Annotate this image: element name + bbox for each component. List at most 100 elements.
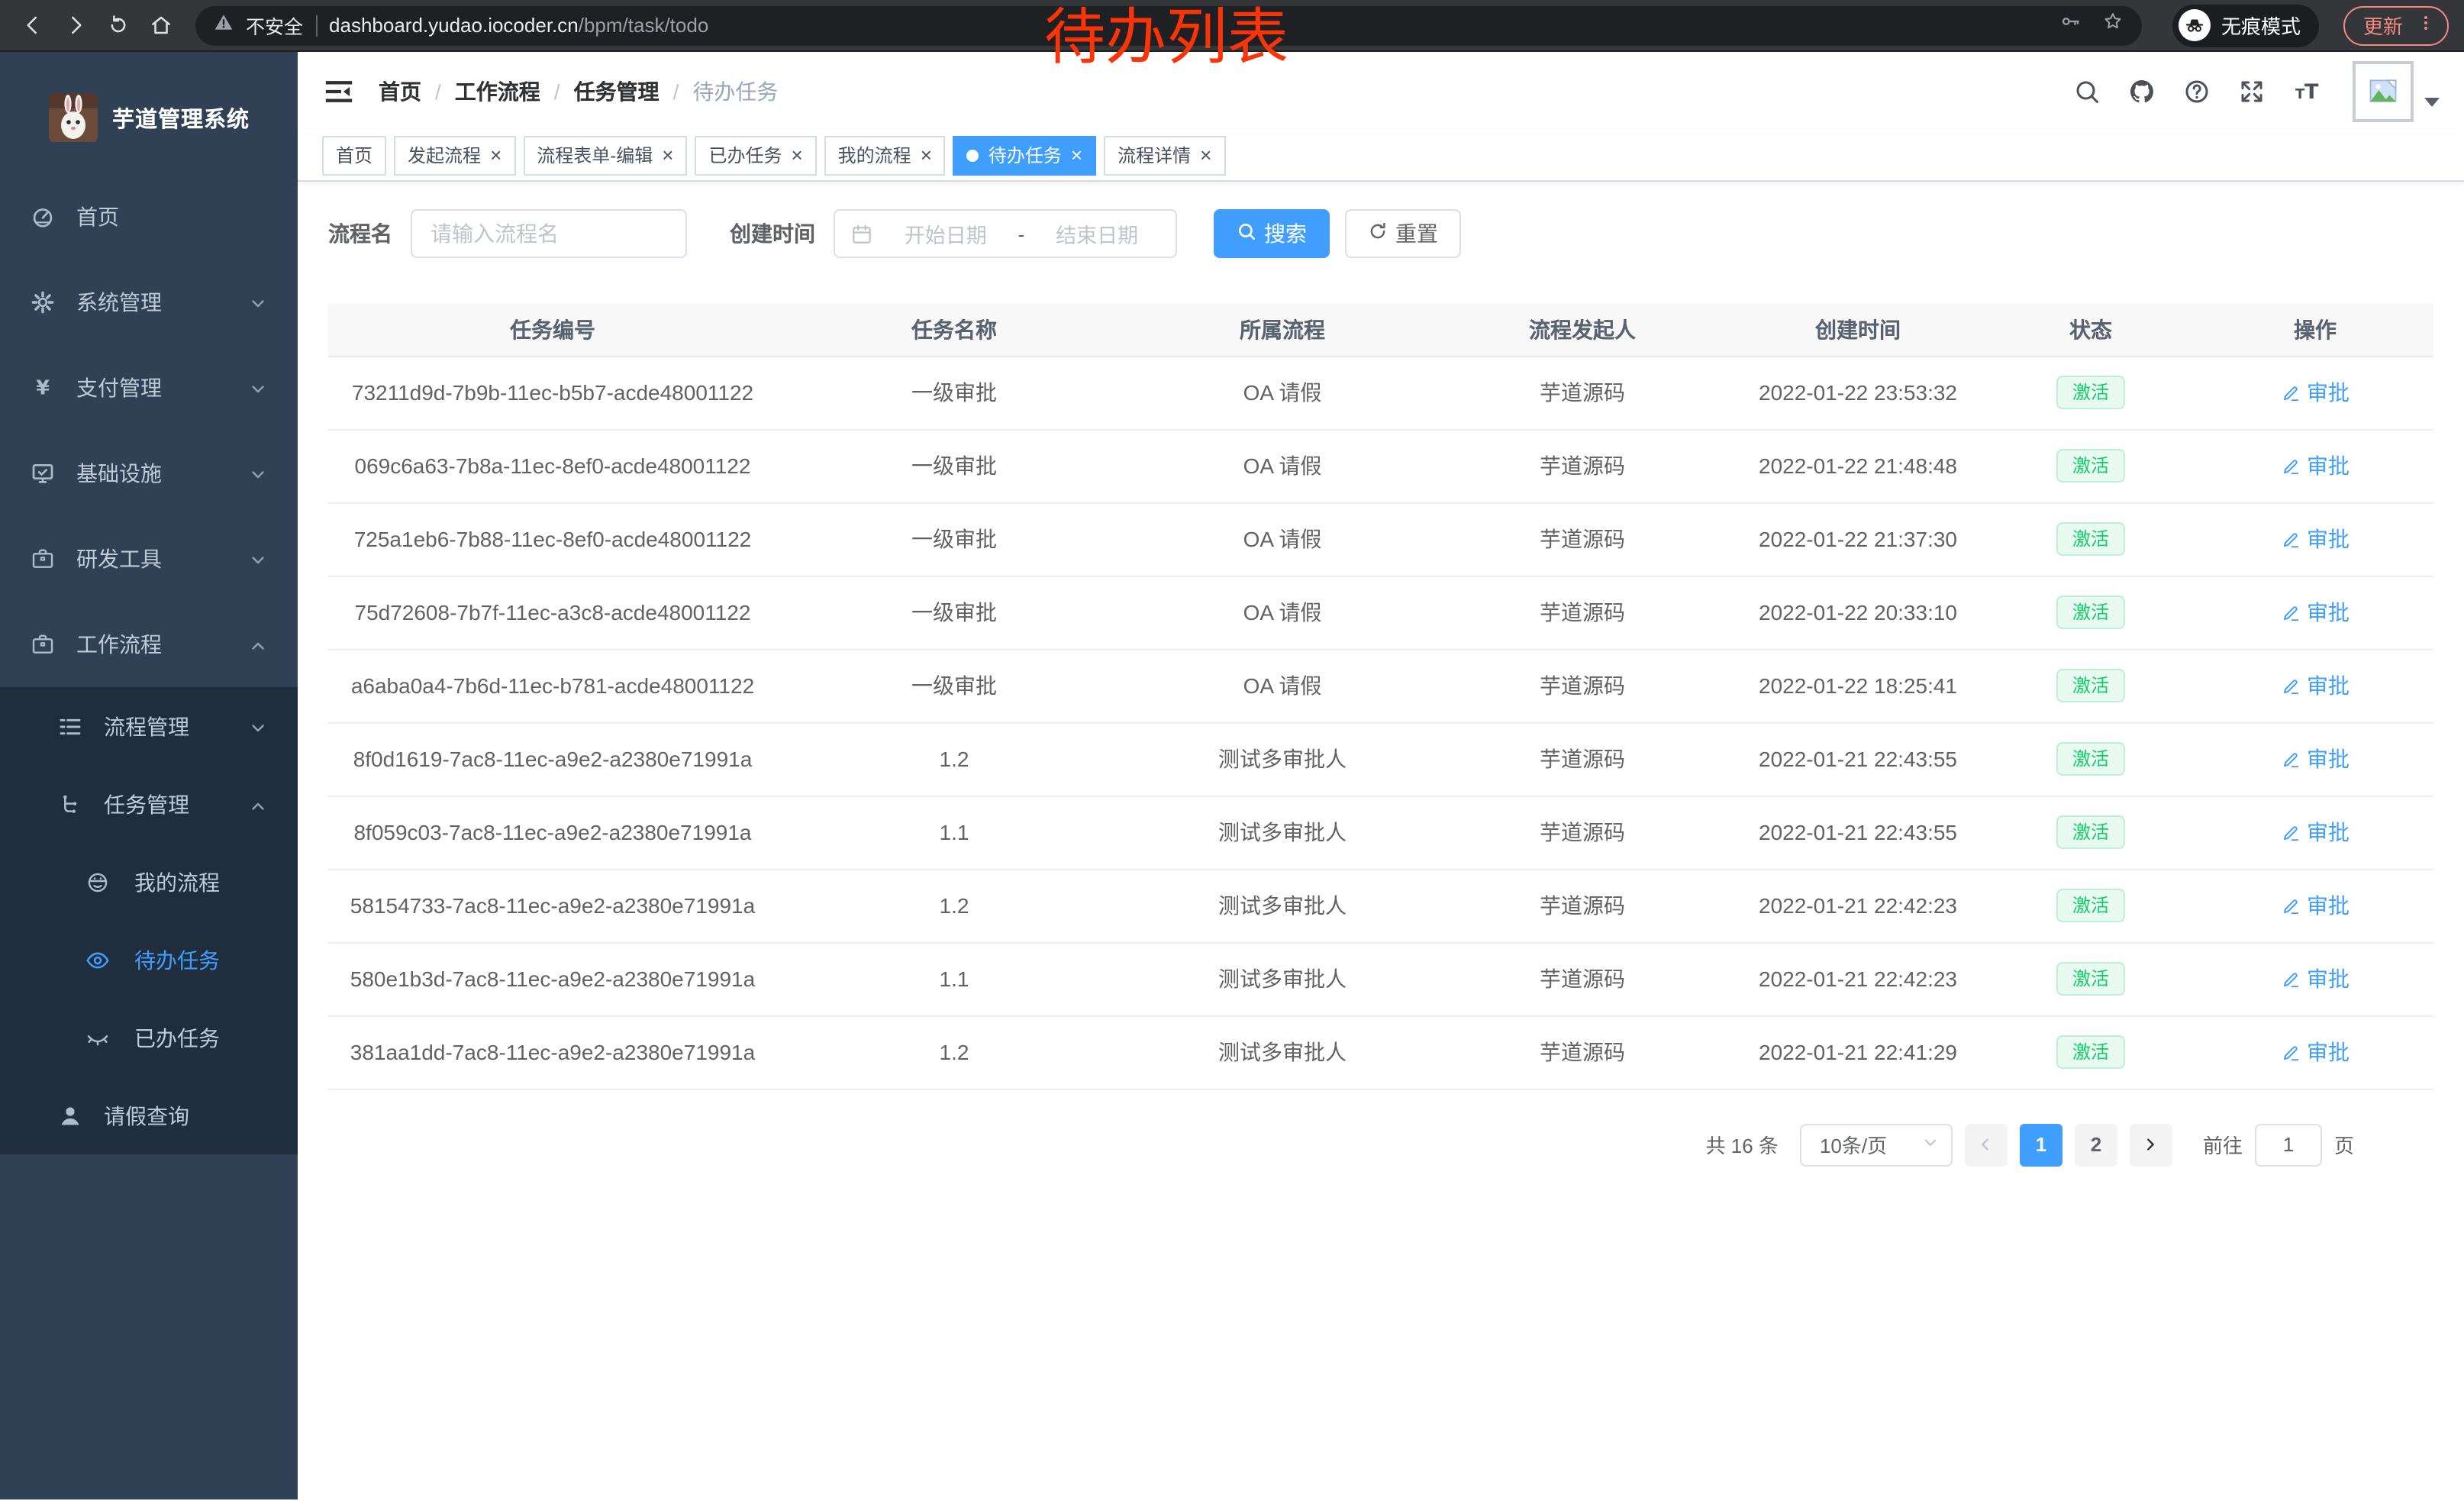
browser-back-icon[interactable] (15, 8, 49, 42)
approve-link[interactable]: 审批 (2281, 450, 2350, 481)
question-icon[interactable] (2182, 76, 2211, 105)
tab-待办任务[interactable]: 待办任务× (953, 135, 1096, 175)
sidebar-item-devtools[interactable]: 研发工具 (0, 516, 298, 602)
end-date-placeholder[interactable]: 结束日期 (1034, 218, 1160, 249)
sidebar-item-home[interactable]: 首页 (0, 174, 298, 260)
page-url[interactable]: dashboard.yudao.iocoder.cn/bpm/task/todo (329, 14, 2047, 37)
edit-pencil-icon (2281, 456, 2301, 476)
approve-link-label: 审批 (2307, 377, 2350, 408)
next-page-button[interactable] (2130, 1123, 2172, 1166)
cell-starter: 芋道源码 (1434, 869, 1731, 942)
cell-task-id: 069c6a63-7b8a-11ec-8ef0-acde48001122 (328, 429, 777, 502)
create-time-label: 创建时间 (730, 218, 815, 249)
column-header: 所属流程 (1131, 304, 1434, 356)
sidebar-item-label: 流程管理 (104, 711, 189, 741)
prev-page-button[interactable] (1965, 1123, 2008, 1166)
page-number-1[interactable]: 1 (2020, 1123, 2062, 1166)
sidebar-item-my-process[interactable]: 我的流程 (0, 843, 298, 921)
approve-link[interactable]: 审批 (2281, 597, 2350, 628)
password-key-icon[interactable] (2059, 11, 2081, 40)
tab-流程表单-编辑[interactable]: 流程表单-编辑× (523, 135, 687, 175)
breadcrumb-separator: / (554, 79, 560, 103)
sidebar-item-infra[interactable]: 基础设施 (0, 431, 298, 516)
breadcrumb-item[interactable]: 任务管理 (574, 76, 660, 106)
tabs-bar: 首页发起流程×流程表单-编辑×已办任务×我的流程×待办任务×流程详情× (298, 130, 2464, 182)
column-header: 任务编号 (328, 304, 777, 356)
browser-menu-icon[interactable] (2417, 14, 2435, 37)
page-size-value: 10条/页 (1820, 1130, 1887, 1159)
date-range-picker[interactable]: 开始日期 - 结束日期 (834, 209, 1177, 258)
close-icon[interactable]: × (921, 145, 932, 165)
approve-link[interactable]: 审批 (2281, 817, 2350, 847)
browser-reload-icon[interactable] (101, 8, 134, 42)
sidebar-logo[interactable]: 芋道管理系统 (0, 52, 298, 174)
sidebar-menu: 首页系统管理¥支付管理基础设施研发工具工作流程流程管理任务管理我的流程待办任务已… (0, 174, 298, 1154)
cell-starter: 芋道源码 (1434, 649, 1731, 722)
collapse-sidebar-icon[interactable] (324, 76, 354, 106)
font-size-icon[interactable]: TT (2291, 76, 2320, 105)
approve-link[interactable]: 审批 (2281, 964, 2350, 994)
table-row: a6aba0a4-7b6d-11ec-b781-acde48001122一级审批… (328, 649, 2433, 722)
breadcrumb-item[interactable]: 首页 (379, 76, 421, 106)
sidebar-item-payment[interactable]: ¥支付管理 (0, 345, 298, 431)
approve-link[interactable]: 审批 (2281, 1037, 2350, 1067)
sidebar-item-process-mgmt[interactable]: 流程管理 (0, 687, 298, 765)
cell-task-id: 73211d9d-7b9b-11ec-b5b7-acde48001122 (328, 356, 777, 429)
process-name-input[interactable] (411, 209, 687, 258)
cell-process: 测试多审批人 (1131, 722, 1434, 796)
approve-link[interactable]: 审批 (2281, 890, 2350, 921)
fullscreen-icon[interactable] (2237, 76, 2266, 105)
browser-forward-icon[interactable] (58, 8, 92, 42)
table-row: 75d72608-7b7f-11ec-a3c8-acde48001122一级审批… (328, 576, 2433, 649)
page-size-select[interactable]: 10条/页 (1800, 1123, 1953, 1166)
page-number-2[interactable]: 2 (2075, 1123, 2117, 1166)
approve-link[interactable]: 审批 (2281, 744, 2350, 774)
close-icon[interactable]: × (791, 145, 802, 165)
search-button[interactable]: 搜索 (1214, 209, 1330, 258)
tab-已办任务[interactable]: 已办任务× (695, 135, 816, 175)
tab-发起流程[interactable]: 发起流程× (394, 135, 515, 175)
bookmark-star-icon[interactable] (2102, 11, 2124, 40)
sidebar-item-system[interactable]: 系统管理 (0, 260, 298, 345)
tab-我的流程[interactable]: 我的流程× (824, 135, 946, 175)
close-icon[interactable]: × (1071, 145, 1082, 165)
yen-icon: ¥ (31, 376, 55, 400)
cell-action: 审批 (2197, 502, 2433, 576)
close-icon[interactable]: × (1200, 145, 1211, 165)
sidebar-item-task-mgmt[interactable]: 任务管理 (0, 765, 298, 843)
cell-task-id: 8f0d1619-7ac8-11ec-a9e2-a2380e71991a (328, 722, 777, 796)
close-icon[interactable]: × (490, 145, 502, 165)
approve-link[interactable]: 审批 (2281, 377, 2350, 408)
cell-process: 测试多审批人 (1131, 796, 1434, 869)
search-icon[interactable] (2072, 76, 2101, 105)
cell-status: 激活 (1985, 796, 2197, 869)
jump-page-input[interactable] (2255, 1123, 2322, 1166)
tab-首页[interactable]: 首页 (322, 135, 386, 175)
close-icon[interactable]: × (662, 145, 673, 165)
security-warning-icon[interactable] (214, 11, 234, 39)
sidebar-item-todo-task[interactable]: 待办任务 (0, 921, 298, 999)
edit-pencil-icon (2281, 676, 2301, 696)
cell-status: 激活 (1985, 502, 2197, 576)
user-avatar-menu[interactable] (2353, 60, 2440, 121)
cell-action: 审批 (2197, 869, 2433, 942)
chevron-down-icon (249, 550, 267, 568)
column-header: 流程发起人 (1434, 304, 1731, 356)
browser-home-icon[interactable] (144, 8, 177, 42)
sidebar-item-workflow[interactable]: 工作流程 (0, 602, 298, 687)
active-tab-dot (967, 149, 979, 161)
start-date-placeholder[interactable]: 开始日期 (882, 218, 1009, 249)
github-icon[interactable] (2127, 76, 2156, 105)
search-button-icon (1237, 221, 1256, 246)
reset-button[interactable]: 重置 (1345, 209, 1461, 258)
approve-link[interactable]: 审批 (2281, 524, 2350, 554)
sidebar-item-leave-query[interactable]: 请假查询 (0, 1077, 298, 1154)
breadcrumb-item[interactable]: 工作流程 (455, 76, 540, 106)
avatar[interactable] (2353, 60, 2414, 121)
sidebar-item-done-task[interactable]: 已办任务 (0, 999, 298, 1077)
tab-流程详情[interactable]: 流程详情× (1104, 135, 1225, 175)
user-icon (58, 1103, 82, 1128)
browser-update-button[interactable]: 更新 (2343, 5, 2449, 45)
approve-link[interactable]: 审批 (2281, 670, 2350, 701)
address-bar[interactable]: 不安全 dashboard.yudao.iocoder.cn/bpm/task/… (195, 5, 2142, 45)
